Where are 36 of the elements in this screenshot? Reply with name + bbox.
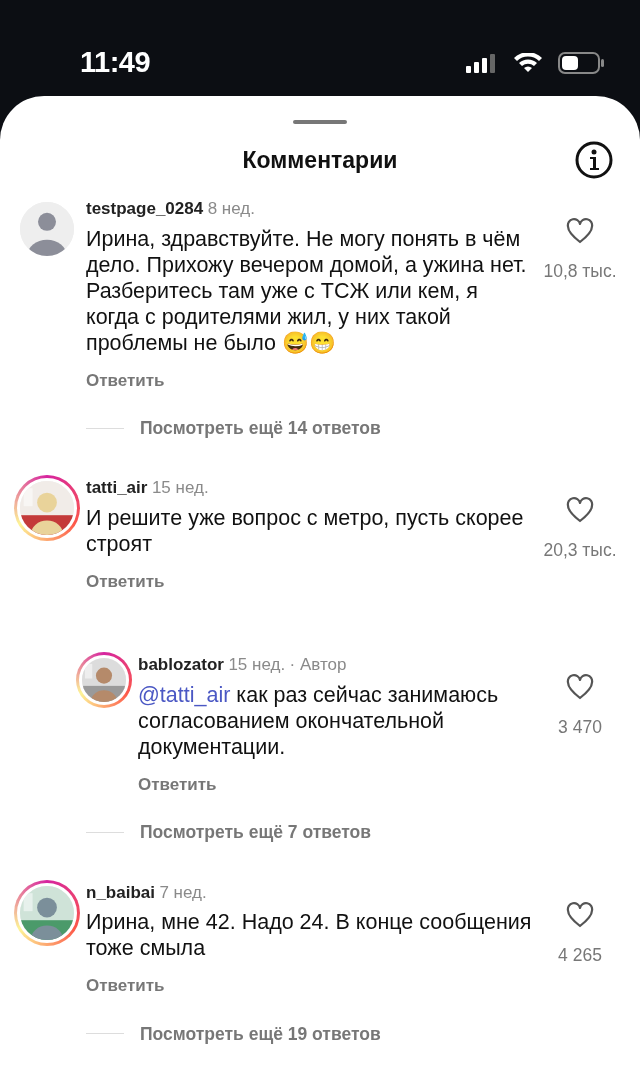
heart-icon[interactable] [566,218,594,244]
like-count: 10,8 тыс. [543,260,617,283]
comment-time: 8 нед. [207,199,255,218]
comment-time: 15 нед. [151,478,209,498]
status-time: 11:49 [80,45,151,81]
author-label: · Автор [289,655,347,675]
wifi-icon [514,53,542,73]
signal-icon [466,53,498,73]
view-replies-button[interactable]: Посмотреть ещё 14 ответов [140,415,381,442]
comment-time: 7 нед. [159,882,207,902]
view-replies-button[interactable]: Посмотреть ещё 19 ответов [140,1020,381,1047]
username[interactable]: n_baibai [86,882,155,902]
heart-icon[interactable] [566,901,594,928]
username[interactable]: tatti_air [86,478,148,498]
like-count: 20,3 тыс. [543,539,617,563]
heart-icon[interactable] [566,674,594,701]
comment-text: @tatti_air как раз сейчас занимаюсь согласованием окончательной документации. [138,681,500,760]
like-count: 3 470 [558,716,602,740]
comment-text: Ирина, здравствуйте. Не могу понять в чём дело. Прихожу вечером домой, а ужина нет. Разберитесь там уже с ТСЖ или кем, я когда с родителями жил, у них такой проблемы не было 😅😁 [86,225,528,356]
username[interactable]: testpage_0284 [86,199,204,218]
heart-icon[interactable] [566,497,594,524]
comment-text: Ирина, мне 42. Надо 24. В конце сообщения тоже смыла [86,909,533,961]
mention-link[interactable]: @tatti_air [138,682,231,707]
reply-button[interactable]: Ответить [86,568,165,595]
info-icon[interactable] [574,140,614,180]
battery-icon [558,52,604,74]
comment-text: И решите уже вопрос с метро, пусть скорее строят [86,504,525,557]
reply-button[interactable]: Ответить [86,973,165,999]
sheet-title: Комментарии [242,146,398,175]
reply-button[interactable]: Ответить [138,771,217,798]
like-count: 4 265 [558,943,602,967]
reply-button[interactable]: Ответить [86,367,165,393]
view-replies-button[interactable]: Посмотреть ещё 7 ответов [140,819,372,846]
username[interactable]: bablozator [138,655,224,675]
comment-time: 15 нед. [228,655,286,675]
drag-handle[interactable] [293,120,347,124]
